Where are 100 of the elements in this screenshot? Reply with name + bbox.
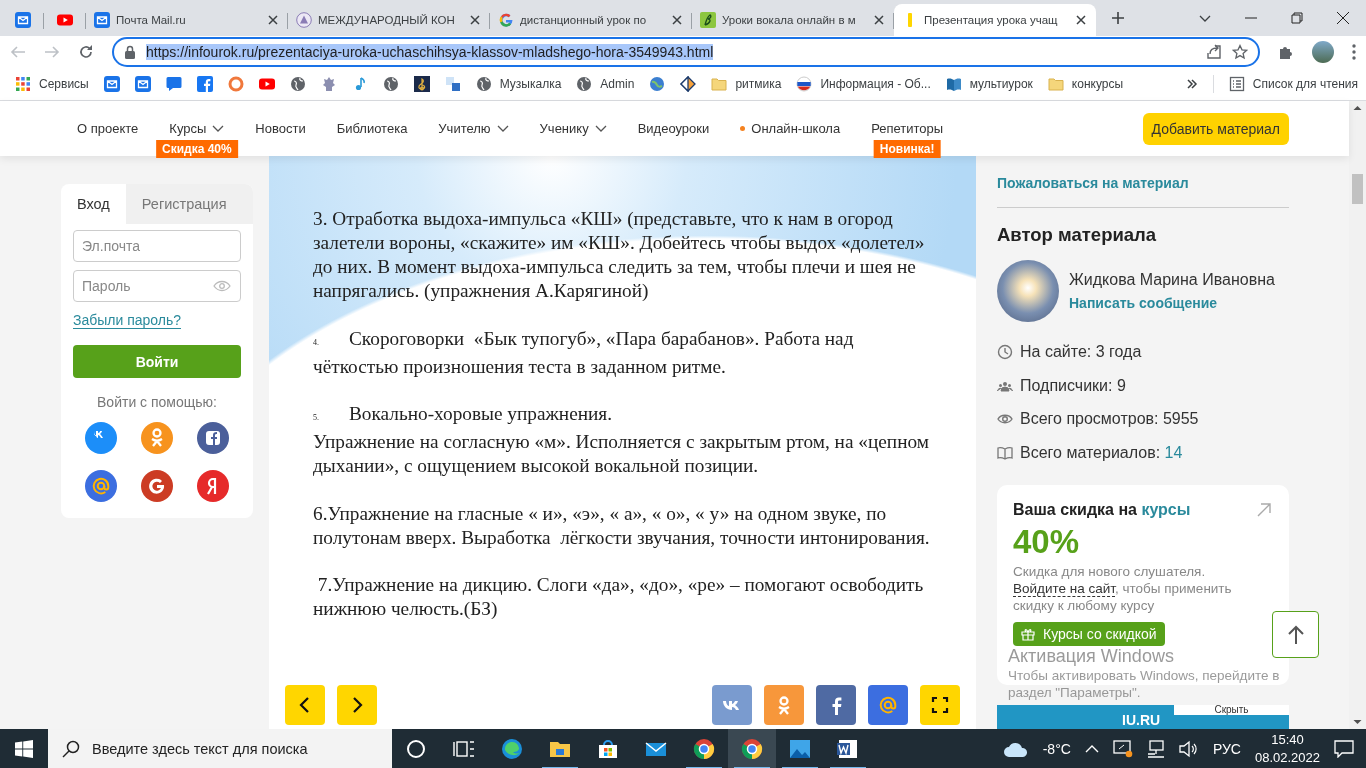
browser-tab[interactable]: Уроки вокала онлайн в м [692,4,894,36]
taskbar-app[interactable] [728,729,776,768]
courses-link[interactable]: курсы [1141,500,1191,518]
at-sign-icon[interactable] [85,470,117,502]
list-icon [1228,75,1245,92]
bookmark-link[interactable]: Сервисы [15,75,89,92]
scroll-top-button[interactable] [1272,611,1319,658]
address-bar[interactable]: https://infourok.ru/prezentaciya-uroka-uchaschihsya-klassov-mladshego-hora-3549943.html [112,37,1260,67]
password-field[interactable]: Пароль [73,270,241,302]
lock-icon [124,45,136,59]
bookmark-link[interactable]: Музыкалка [475,75,562,92]
nav-link[interactable]: Репетиторы [871,121,944,136]
close-icon[interactable] [670,13,684,27]
star-icon[interactable] [1232,44,1248,60]
chevron-down-icon[interactable] [594,124,607,133]
network-icon[interactable] [1146,740,1165,758]
edge-icon [500,737,524,761]
bookmark-link[interactable]: мультиурок [945,75,1033,92]
reading-list-button[interactable]: Список для чтения [1228,75,1358,92]
next-button[interactable] [337,685,377,725]
profile-avatar[interactable] [1312,41,1334,63]
bookmark-link[interactable]: Admin [576,75,635,92]
ring-icon[interactable] [227,75,244,92]
facebook-icon[interactable] [197,422,229,454]
new-tab-icon[interactable] [1110,10,1126,26]
login-link[interactable]: Войдите на сайт [1013,580,1115,597]
nav-link[interactable]: Ученику [539,121,589,136]
bookmark-link[interactable]: конкурсы [1047,75,1124,92]
previous-button[interactable] [285,685,325,725]
chat-icon[interactable] [165,75,182,92]
menu-icon[interactable] [1352,44,1356,60]
close-icon[interactable] [1074,13,1088,27]
close-icon[interactable] [266,13,280,27]
section-heading: Автор материала [997,224,1158,246]
chevron-down-icon[interactable] [212,124,225,133]
squares-icon[interactable] [444,75,461,92]
diamond-icon[interactable] [680,75,697,92]
browser-tab[interactable]: Презентация урока учащ [894,4,1096,36]
discount-title: Ваша скидка на курсы [1013,500,1191,519]
hide-banner-link[interactable]: Скрыть [1174,704,1289,715]
close-icon[interactable] [468,13,482,27]
discount-percent: 40% [1013,522,1081,561]
globe-icon[interactable] [382,75,399,92]
nav-link[interactable]: Новости [255,121,306,136]
mail-icon[interactable] [134,75,151,92]
globe-icon [576,75,593,92]
nav-link[interactable]: Онлайн-школа [751,121,841,136]
close-icon[interactable] [1336,11,1350,25]
author-name: Жидкова Марина Ивановна [1069,271,1275,289]
language-indicator[interactable]: РУС [1212,741,1241,757]
nav-link[interactable]: Курсы [169,121,207,136]
nav-link[interactable]: О проекте [77,121,139,136]
puzzle-icon[interactable] [1278,44,1294,60]
cloud-icon[interactable] [1002,740,1029,758]
slide-paragraph: 4. Скороговорки «Бык тупогуб», «Пара барабанов». Работа над чёткостью произношения теста в заданном ритме. [313,326,855,379]
scrollbar-thumb[interactable] [1352,174,1363,204]
browser-tab[interactable]: дистанционный урок по [490,4,692,36]
restore-icon[interactable] [1290,11,1304,25]
nav-badge: Новинка! [873,139,941,158]
close-icon[interactable] [872,13,886,27]
planet-icon[interactable] [649,75,666,92]
speaker-icon[interactable] [1178,740,1199,758]
login-tab[interactable]: Регистрация [125,184,243,224]
monitor-sync-icon[interactable] [1112,740,1133,758]
message-link[interactable]: Написать сообщение [1069,295,1275,311]
chevron-up-icon[interactable] [1084,744,1099,754]
share-icon[interactable] [1206,44,1222,60]
nav-link[interactable]: Видеоуроки [637,121,710,136]
clef-icon[interactable] [413,75,430,92]
forgot-password-link[interactable]: Забыли пароль? [73,312,182,329]
ya-icon[interactable] [197,470,229,502]
facebook-icon[interactable] [196,75,213,92]
chevron-down-icon[interactable] [496,124,509,133]
browser-tab[interactable]: МЕЖДУНАРОДНЫЙ КОН [288,4,490,36]
nav-link[interactable]: Библиотека [336,121,408,136]
taskbar-search-field[interactable]: Введите здесь текст для поиска [48,729,392,768]
reload-icon[interactable] [78,44,94,60]
email-field[interactable]: Эл.почта [73,230,241,262]
stat-text: На сайте: 3 года [1020,343,1142,361]
fullscreen-button[interactable] [920,685,960,725]
mail-icon[interactable] [103,75,120,92]
nav-link[interactable]: Учителю [438,121,491,136]
store-icon [596,737,620,761]
vk-icon[interactable] [85,422,117,454]
bookmark-link[interactable]: Информация - Об... [796,75,931,92]
clock-time[interactable]: 15:40 [1271,731,1304,749]
notification-icon[interactable] [1334,740,1354,758]
complain-link[interactable]: Пожаловаться на материал [997,175,1289,191]
folder-icon [1047,75,1064,92]
double-chevron-icon[interactable] [1185,77,1198,90]
google-icon[interactable] [141,470,173,502]
login-tab[interactable]: Вход [61,184,126,224]
facebook-share-button[interactable] [816,685,856,725]
windows-icon[interactable] [15,740,33,758]
globe-icon[interactable] [289,75,306,92]
bookmark-link[interactable]: ритмика [711,75,782,92]
add-material-button[interactable]: Добавить материал [1142,112,1289,145]
chrome-icon [692,737,716,761]
clock-date[interactable]: 08.02.2022 [1254,749,1320,767]
browser-tab[interactable]: Почта Mail.ru [86,4,288,36]
